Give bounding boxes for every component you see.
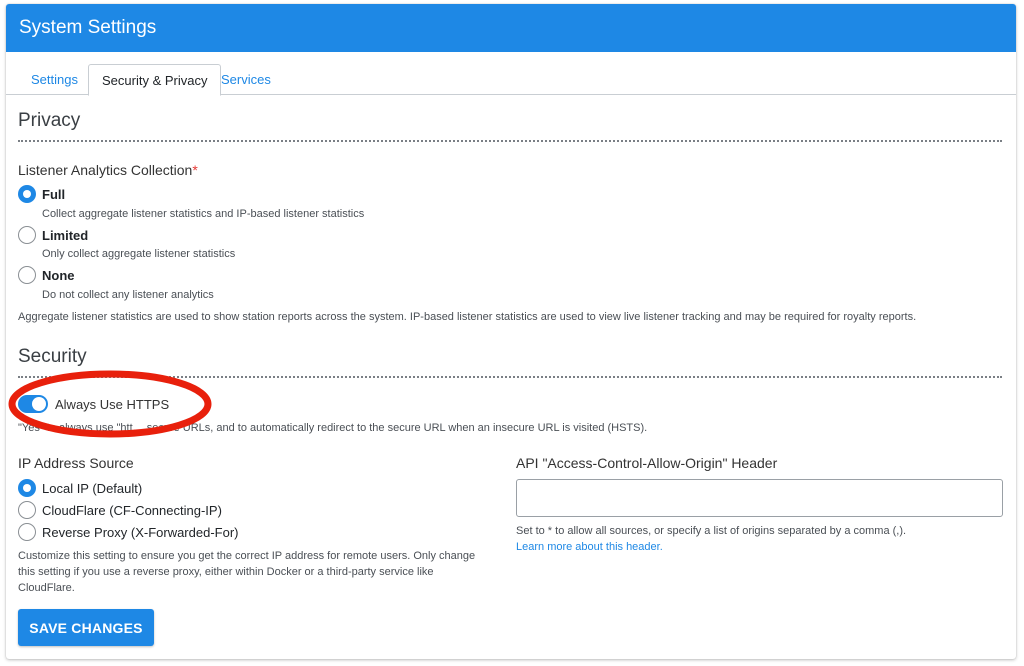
ip-source-help-text: Customize this setting to ensure you get…	[18, 550, 476, 594]
analytics-option-limited[interactable]: Limited	[18, 226, 88, 244]
tab-security-privacy[interactable]: Security & Privacy	[88, 64, 222, 96]
tab-services[interactable]: Services	[208, 64, 284, 95]
analytics-label: Listener Analytics Collection*	[18, 162, 198, 178]
tab-bar: Settings Security & Privacy Services	[6, 52, 1016, 96]
security-divider	[18, 376, 1002, 378]
ip-option-cloudflare-label: CloudFlare (CF-Connecting-IP)	[42, 502, 222, 518]
analytics-option-limited-description: Only collect aggregate listener statisti…	[42, 248, 236, 260]
ip-option-local-label: Local IP (Default)	[42, 480, 143, 496]
radio-full[interactable]	[18, 185, 36, 203]
https-toggle-label: Always Use HTTPS	[55, 397, 170, 412]
analytics-option-full-label: Full	[42, 186, 66, 202]
cors-help-text: Set to * to allow all sources, or specif…	[516, 525, 907, 537]
security-section-title: Security	[18, 346, 87, 367]
ip-option-cloudflare[interactable]: CloudFlare (CF-Connecting-IP)	[18, 501, 222, 519]
tab-settings[interactable]: Settings	[18, 64, 91, 95]
card-header: System Settings	[6, 4, 1016, 52]
analytics-option-none-label: None	[42, 267, 75, 283]
analytics-option-limited-label: Limited	[42, 227, 89, 243]
radio-cloudflare[interactable]	[18, 501, 36, 519]
cors-learn-more-link[interactable]: Learn more about this header.	[516, 539, 663, 555]
analytics-option-full-description: Collect aggregate listener statistics an…	[42, 208, 365, 220]
radio-none[interactable]	[18, 266, 36, 284]
analytics-help-text: Aggregate listener statistics are used t…	[18, 311, 917, 323]
analytics-option-none[interactable]: None	[18, 266, 75, 284]
analytics-label-text: Listener Analytics Collection	[18, 162, 193, 178]
required-mark: *	[192, 162, 198, 178]
ip-option-reverse-proxy-label: Reverse Proxy (X-Forwarded-For)	[42, 524, 239, 540]
analytics-option-full[interactable]: Full	[18, 185, 65, 203]
ip-option-reverse-proxy[interactable]: Reverse Proxy (X-Forwarded-For)	[18, 523, 239, 541]
radio-reverse-proxy[interactable]	[18, 523, 36, 541]
ip-option-local[interactable]: Local IP (Default)	[18, 479, 142, 497]
page-title: System Settings	[19, 17, 157, 38]
radio-local-ip[interactable]	[18, 479, 36, 497]
cors-header-label: API "Access-Control-Allow-Origin" Header	[516, 455, 778, 471]
analytics-option-none-description: Do not collect any listener analytics	[42, 289, 214, 301]
privacy-divider	[18, 140, 1002, 142]
https-toggle-switch[interactable]	[18, 395, 48, 413]
https-help-text: "Yes" to always use "htt… secure URLs, a…	[18, 422, 648, 434]
radio-limited[interactable]	[18, 226, 36, 244]
ip-source-label: IP Address Source	[18, 455, 134, 471]
privacy-section-title: Privacy	[18, 110, 81, 131]
save-changes-button[interactable]: SAVE CHANGES	[18, 609, 154, 646]
cors-header-input[interactable]	[516, 479, 1003, 517]
